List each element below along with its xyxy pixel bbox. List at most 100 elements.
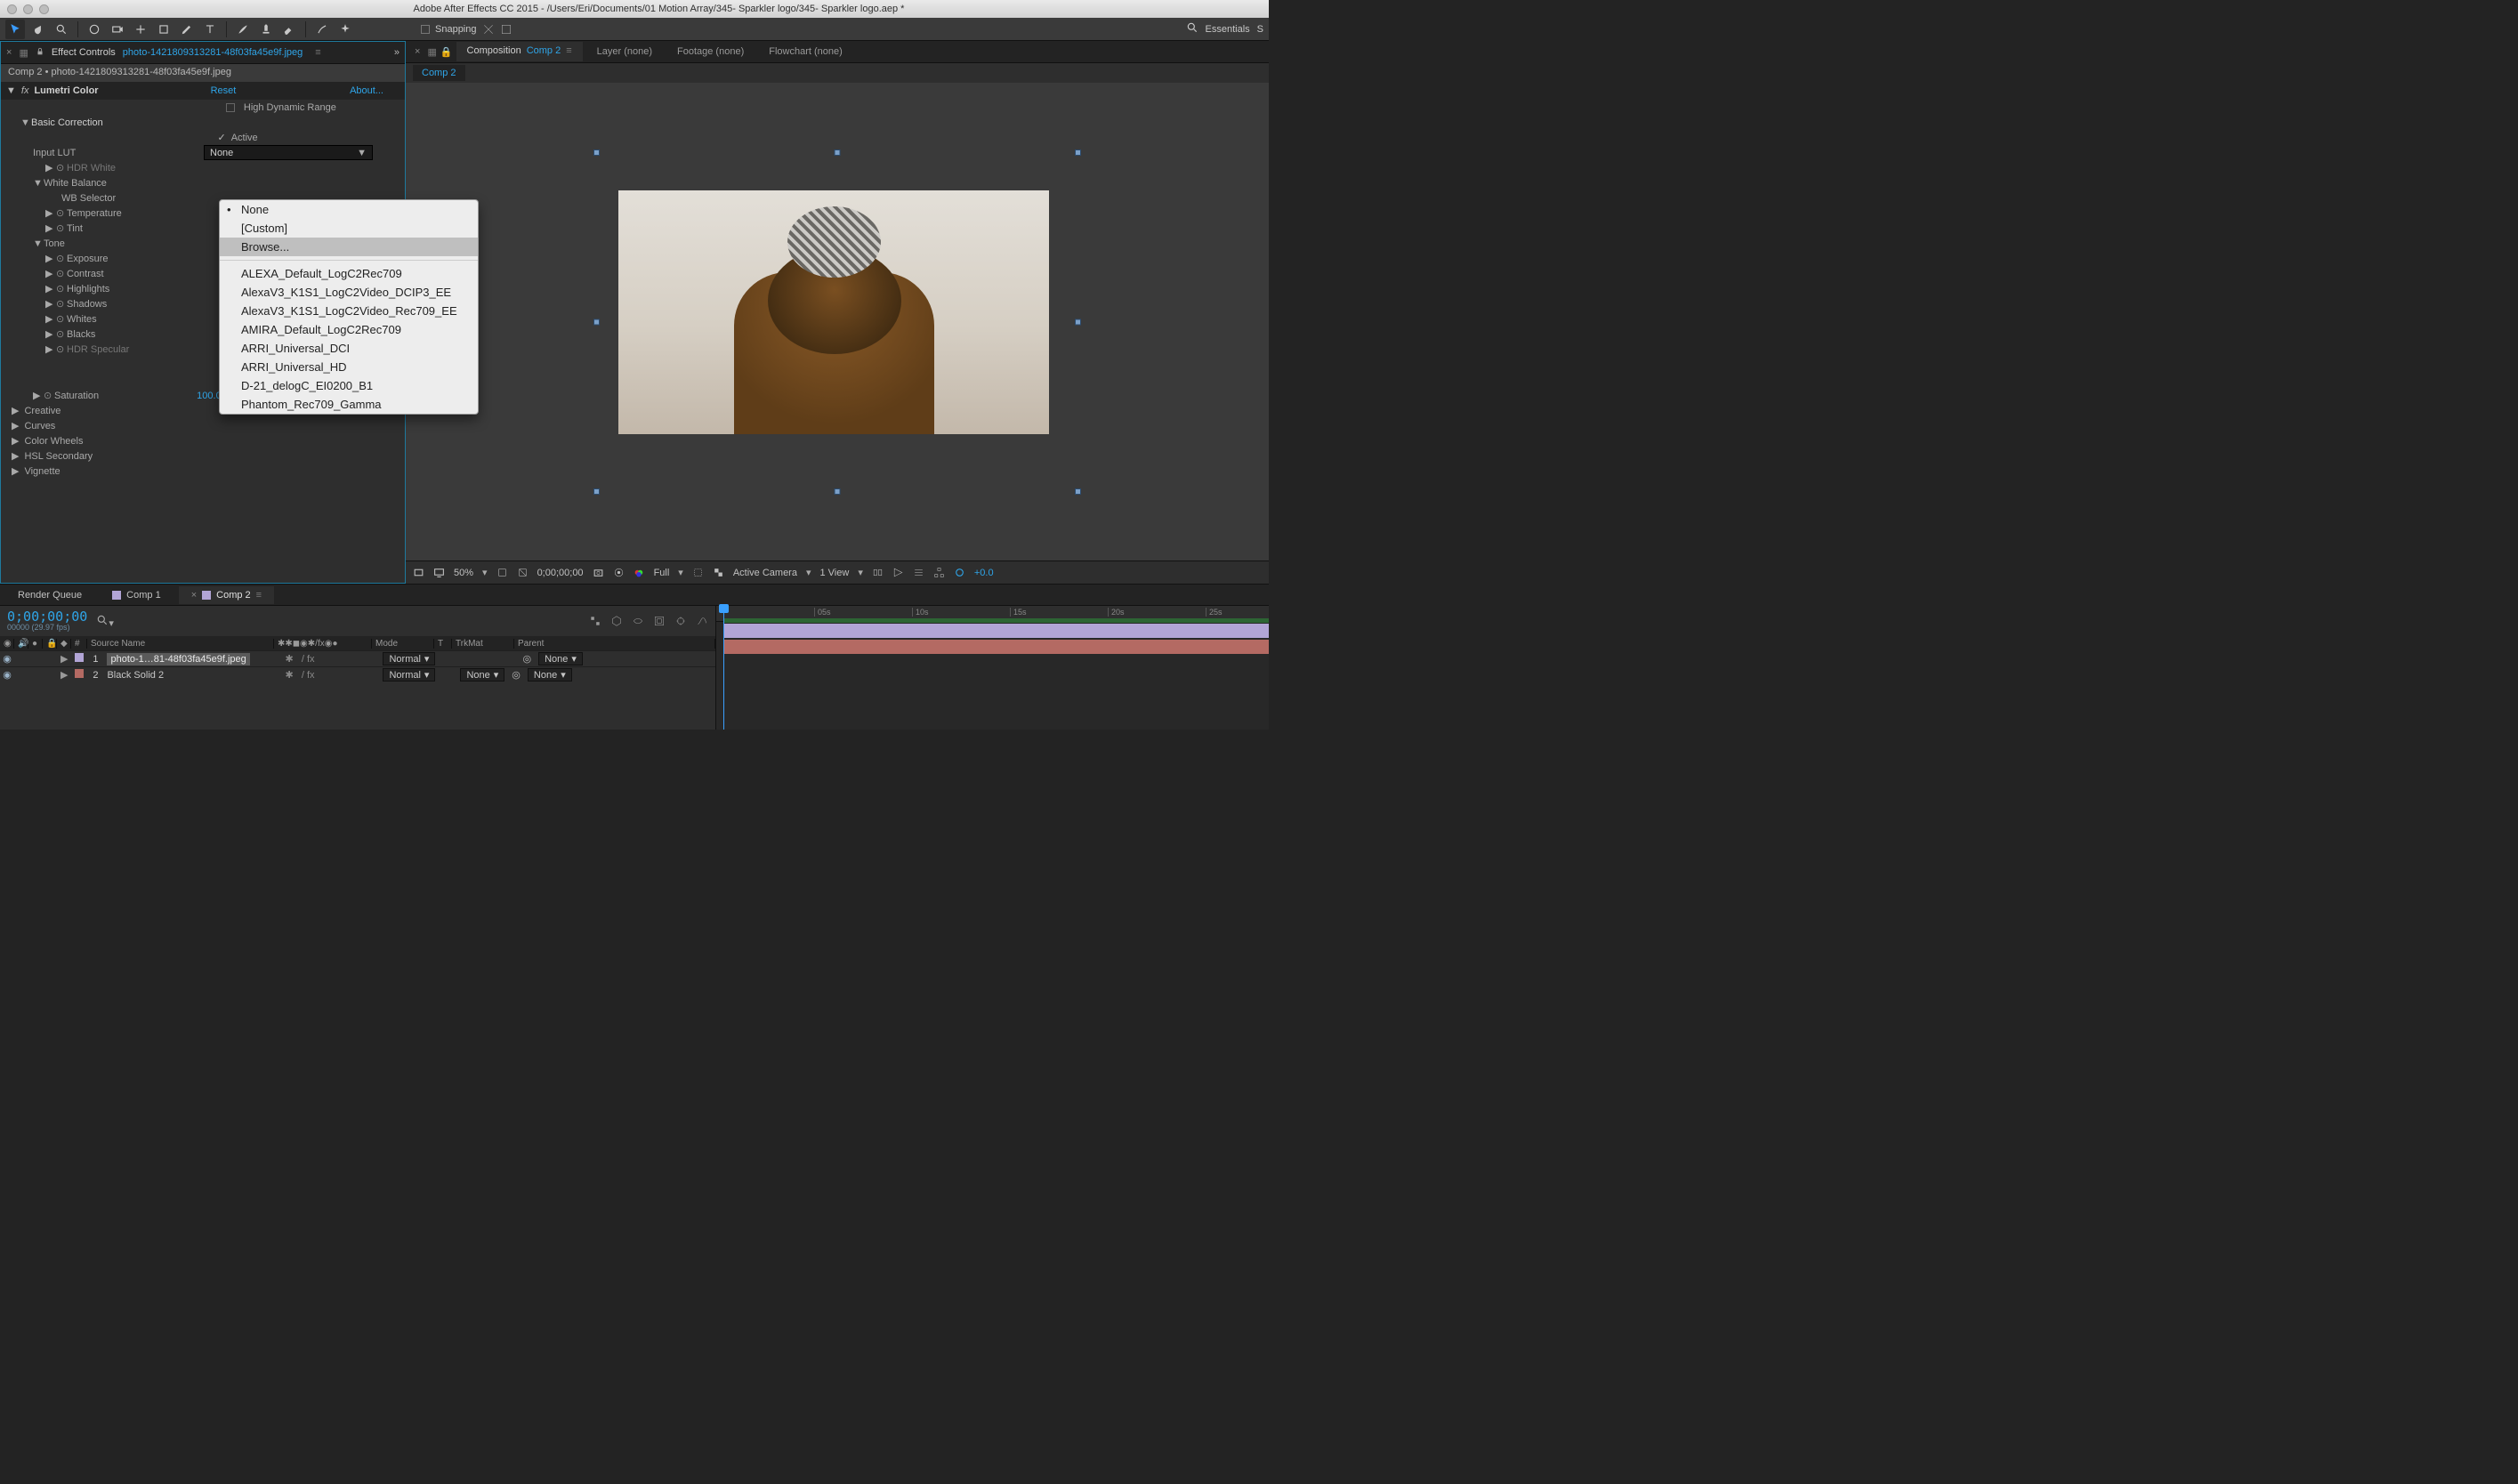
lock-icon[interactable]: 🔒 <box>440 46 453 58</box>
frame-blend-icon[interactable] <box>653 615 666 627</box>
snapping-options-icon[interactable] <box>482 23 495 36</box>
resize-handle[interactable] <box>1075 488 1081 495</box>
timeline-timecode[interactable]: 0;00;00;00 <box>7 610 87 623</box>
eraser-tool[interactable] <box>279 20 299 39</box>
transparency-grid-icon[interactable] <box>713 567 724 578</box>
viewer-timecode[interactable]: 0;00;00;00 <box>537 568 584 578</box>
disclosure-triangle-icon[interactable]: ▼ <box>6 85 16 96</box>
panel-menu-icon[interactable]: ≡ <box>315 47 320 58</box>
exposure-reset-icon[interactable] <box>954 567 965 578</box>
effect-about-link[interactable]: About... <box>350 85 383 96</box>
fast-previews-icon[interactable] <box>892 567 904 578</box>
tab-grip-icon[interactable]: ▦ <box>427 46 436 58</box>
motion-blur-icon[interactable] <box>674 615 687 627</box>
resize-handle[interactable] <box>593 319 600 325</box>
layer-expand-icon[interactable]: ▶ <box>57 653 71 665</box>
comp2-tab[interactable]: ×Comp 2≡ <box>179 586 274 604</box>
shadows-toggle[interactable]: ▶ <box>45 298 56 310</box>
exposure-toggle[interactable]: ▶ <box>45 253 56 264</box>
creative-section[interactable]: Creative <box>24 406 61 416</box>
zoom-window-button[interactable] <box>39 4 49 14</box>
layer-bar[interactable] <box>723 624 1269 638</box>
saturation-value[interactable]: 100.0 <box>197 391 222 401</box>
input-lut-dropdown[interactable]: None ▼ <box>204 145 373 160</box>
active-label[interactable]: Active <box>231 133 258 143</box>
type-tool[interactable] <box>200 20 220 39</box>
lut-option[interactable]: AlexaV3_K1S1_LogC2Video_DCIP3_EE <box>220 283 478 302</box>
panel-overflow-icon[interactable]: » <box>394 47 399 58</box>
layer-expand-icon[interactable]: ▶ <box>57 669 71 681</box>
hdr-white-toggle[interactable]: ▶ <box>45 162 56 173</box>
blend-mode-dropdown[interactable]: Normal▾ <box>383 668 435 682</box>
effect-reset-link[interactable]: Reset <box>211 85 237 96</box>
monitor-icon[interactable] <box>433 567 445 578</box>
hdr-checkbox[interactable] <box>226 103 235 112</box>
resize-handle[interactable] <box>1075 149 1081 156</box>
stopwatch-icon[interactable]: ⊙ <box>56 253 67 264</box>
mode-column[interactable]: Mode <box>372 639 434 649</box>
video-column-icon[interactable]: ◉ <box>0 639 14 649</box>
lut-option[interactable]: D-21_delogC_EI0200_B1 <box>220 376 478 395</box>
camera-value[interactable]: Active Camera <box>733 568 797 578</box>
snap-bounds-icon[interactable] <box>500 23 512 36</box>
panel-grip-icon[interactable]: ▦ <box>19 47 28 59</box>
timeline-icon[interactable] <box>913 567 924 578</box>
hsl-secondary-toggle[interactable]: ▶ <box>12 450 19 462</box>
chevron-down-icon[interactable]: ▾ <box>678 567 683 578</box>
tab-menu-icon[interactable]: ≡ <box>566 45 571 56</box>
stopwatch-icon[interactable]: ⊙ <box>56 222 67 234</box>
playhead[interactable] <box>723 606 724 730</box>
pan-behind-tool[interactable] <box>131 20 150 39</box>
footage-tab[interactable]: Footage (none) <box>666 43 755 60</box>
chevron-down-icon[interactable]: ▾ <box>858 567 863 578</box>
parent-pickwhip-icon[interactable]: ◎ <box>508 669 524 681</box>
roto-brush-tool[interactable] <box>312 20 332 39</box>
stopwatch-icon[interactable]: ⊙ <box>56 283 67 294</box>
tone-toggle[interactable]: ▼ <box>33 238 44 249</box>
parent-dropdown[interactable]: None▾ <box>528 668 572 682</box>
parent-dropdown[interactable]: None▾ <box>538 652 583 665</box>
minimize-window-button[interactable] <box>23 4 33 14</box>
flowchart-tab[interactable]: Flowchart (none) <box>758 43 853 60</box>
lut-option[interactable]: ARRI_Universal_DCI <box>220 339 478 358</box>
layer-switches[interactable]: ✱ / fx <box>281 653 379 665</box>
visibility-toggle[interactable]: ◉ <box>0 669 14 681</box>
resize-handle[interactable] <box>593 149 600 156</box>
layer-color-swatch[interactable] <box>75 653 84 662</box>
timeline-search-icon[interactable]: ▾ <box>96 614 114 629</box>
white-balance-toggle[interactable]: ▼ <box>33 178 44 189</box>
layer-bar[interactable] <box>723 640 1269 654</box>
layer-name[interactable]: Black Solid 2 <box>107 670 164 681</box>
lut-option[interactable]: AlexaV3_K1S1_LogC2Video_Rec709_EE <box>220 302 478 320</box>
temperature-toggle[interactable]: ▶ <box>45 207 56 219</box>
timeline-track-area[interactable]: 05s 10s 15s 20s 25s <box>716 606 1269 730</box>
effect-header[interactable]: ▼ fx Lumetri Color Reset About... <box>1 82 405 100</box>
pen-tool[interactable] <box>177 20 197 39</box>
color-wheels-toggle[interactable]: ▶ <box>12 435 19 447</box>
comp-flowchart-icon[interactable] <box>933 567 945 578</box>
selection-bounds[interactable] <box>597 153 1077 491</box>
roi-icon[interactable] <box>692 567 704 578</box>
snapping-checkbox[interactable] <box>421 25 430 34</box>
shy-icon[interactable] <box>632 615 644 627</box>
audio-column-icon[interactable]: 🔊 <box>14 639 28 649</box>
trkmat-dropdown[interactable]: None▾ <box>460 668 504 682</box>
workspace-label[interactable]: Essentials <box>1206 24 1250 35</box>
stopwatch-icon[interactable]: ⊙ <box>44 390 54 401</box>
lut-option[interactable]: Phantom_Rec709_Gamma <box>220 395 478 414</box>
lock-column-icon[interactable]: 🔒 <box>43 639 57 649</box>
orbit-tool[interactable] <box>85 20 104 39</box>
layer-name[interactable]: photo-1…81-48f03fa45e9f.jpeg <box>107 653 249 665</box>
label-color-column-icon[interactable]: ◆ <box>57 639 71 649</box>
input-lut-menu[interactable]: None [Custom] Browse... ALEXA_Default_Lo… <box>219 199 479 415</box>
composition-viewer[interactable] <box>406 83 1269 561</box>
workspace-more[interactable]: S <box>1257 24 1263 35</box>
resolution-value[interactable]: Full <box>654 568 670 578</box>
close-panel-icon[interactable]: × <box>6 47 12 58</box>
layer-tab[interactable]: Layer (none) <box>586 43 663 60</box>
lut-option-none[interactable]: None <box>220 200 478 219</box>
vignette-section[interactable]: Vignette <box>24 466 60 477</box>
parent-pickwhip-icon[interactable]: ◎ <box>519 653 535 665</box>
stopwatch-icon[interactable]: ⊙ <box>56 207 67 219</box>
brush-tool[interactable] <box>233 20 253 39</box>
